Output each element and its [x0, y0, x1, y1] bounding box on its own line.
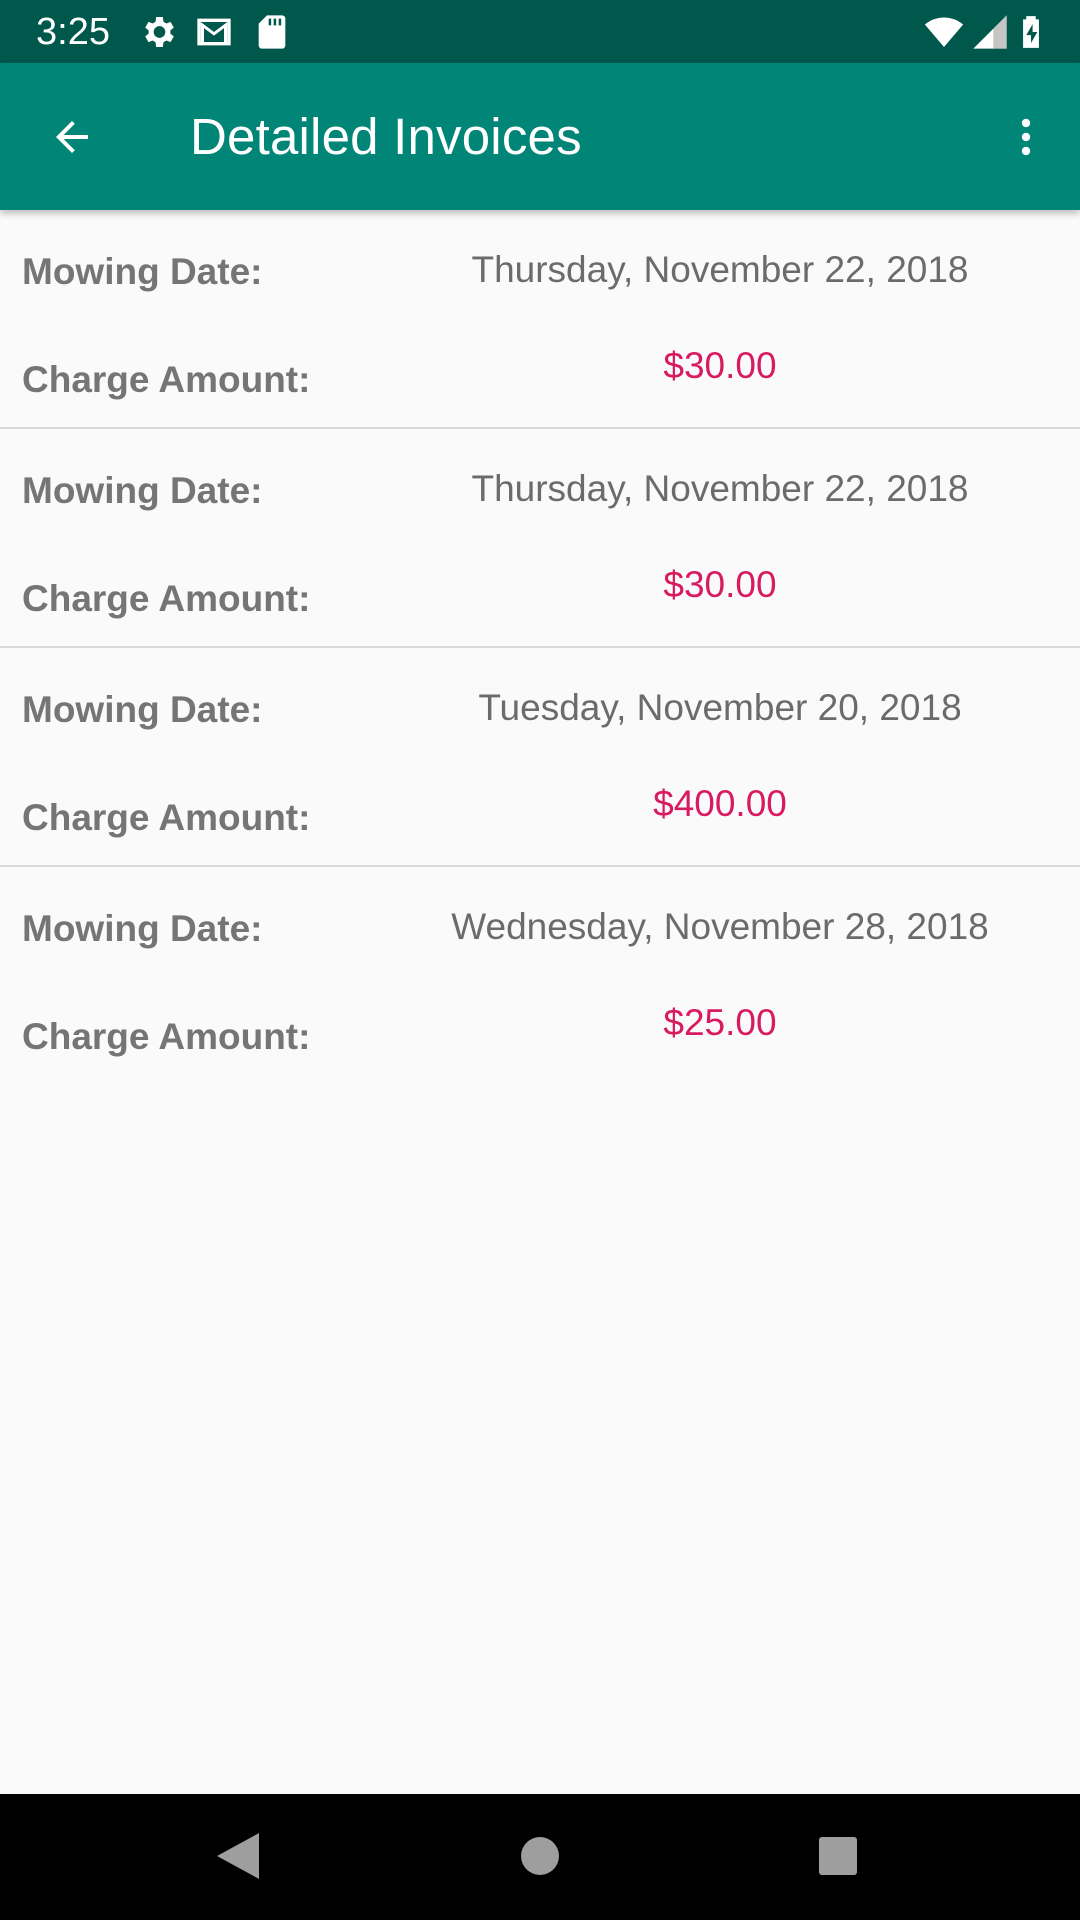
mowing-date-label: Mowing Date:	[22, 908, 263, 949]
invoice-item[interactable]: Mowing Date: Tuesday, November 20, 2018 …	[0, 648, 1080, 867]
charge-amount-value: $400.00	[653, 783, 787, 824]
invoice-item[interactable]: Mowing Date: Thursday, November 22, 2018…	[0, 429, 1080, 648]
back-button[interactable]	[36, 103, 108, 175]
gmail-icon	[194, 12, 234, 52]
arrow-back-icon	[48, 113, 96, 166]
charge-amount-value: $30.00	[663, 564, 777, 605]
nav-recents-button[interactable]	[808, 1828, 868, 1888]
more-options-button[interactable]	[990, 103, 1062, 175]
wifi-icon	[922, 12, 966, 52]
sd-card-icon	[252, 12, 292, 52]
charge-amount-label: Charge Amount:	[22, 578, 311, 619]
screen: 3:25 Detailed Invoices Mowing Date: Thur…	[0, 0, 1080, 1920]
signal-icon	[970, 12, 1010, 52]
invoice-item[interactable]: Mowing Date: Thursday, November 22, 2018…	[0, 210, 1080, 429]
charge-amount-value: $30.00	[663, 345, 777, 386]
charge-amount-value: $25.00	[663, 1002, 777, 1043]
mowing-date-value: Wednesday, November 28, 2018	[451, 906, 989, 947]
mowing-date-value: Thursday, November 22, 2018	[471, 249, 969, 290]
settings-icon	[138, 12, 178, 52]
mowing-date-label: Mowing Date:	[22, 251, 263, 292]
more-vert-icon	[1002, 113, 1050, 166]
page-title: Detailed Invoices	[190, 108, 582, 165]
battery-charging-icon	[1012, 12, 1050, 52]
charge-amount-label: Charge Amount:	[22, 797, 311, 838]
nav-back-button[interactable]	[208, 1828, 268, 1888]
mowing-date-value: Thursday, November 22, 2018	[471, 468, 969, 509]
nav-home-button[interactable]	[510, 1828, 570, 1888]
mowing-date-label: Mowing Date:	[22, 689, 263, 730]
status-time: 3:25	[36, 11, 110, 53]
status-bar: 3:25	[0, 0, 1080, 63]
navigation-bar	[0, 1794, 1080, 1920]
mowing-date-value: Tuesday, November 20, 2018	[478, 687, 962, 728]
recents-square-icon	[817, 1835, 859, 1882]
charge-amount-label: Charge Amount:	[22, 359, 311, 400]
back-triangle-icon	[215, 1831, 261, 1886]
app-bar: Detailed Invoices	[0, 63, 1080, 210]
home-circle-icon	[519, 1835, 561, 1882]
mowing-date-label: Mowing Date:	[22, 470, 263, 511]
invoice-list: Mowing Date: Thursday, November 22, 2018…	[0, 210, 1080, 1084]
invoice-item[interactable]: Mowing Date: Wednesday, November 28, 201…	[0, 867, 1080, 1084]
charge-amount-label: Charge Amount:	[22, 1016, 311, 1057]
